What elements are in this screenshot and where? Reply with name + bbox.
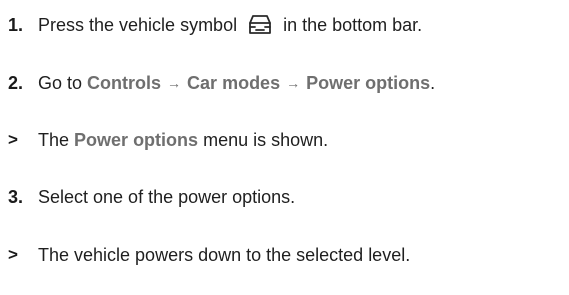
instruction-result-1: > The Power options menu is shown.: [8, 126, 569, 154]
instruction-result-2: > The vehicle powers down to the selecte…: [8, 241, 569, 269]
step-text: Select one of the power options.: [38, 186, 296, 207]
step-text-before: Go to: [38, 72, 83, 93]
path-arrow: →: [286, 75, 301, 91]
step-text: Go to Controls → Car modes → Power optio…: [38, 73, 435, 94]
result-marker: >: [8, 130, 18, 149]
menu-path-power-options: Power options: [306, 72, 431, 93]
instruction-step-1: 1. Press the vehicle symbol in the botto…: [8, 11, 569, 39]
instruction-step-2: 2. Go to Controls → Car modes → Power op…: [8, 69, 569, 97]
step-text-before: Press the vehicle symbol: [38, 14, 238, 35]
menu-term-power-options: Power options: [74, 129, 199, 150]
step-number: 3.: [8, 186, 24, 207]
result-text: The vehicle powers down to the selected …: [38, 244, 411, 265]
path-arrow: →: [167, 75, 182, 91]
step-number: 1.: [8, 14, 24, 35]
menu-path-car-modes: Car modes: [187, 72, 281, 93]
step-text-after: in the bottom bar.: [283, 14, 423, 35]
instruction-step-3: 3. Select one of the power options.: [8, 183, 569, 211]
step-text: Press the vehicle symbol in the bottom b…: [38, 13, 422, 37]
step-number: 2.: [8, 72, 24, 93]
result-text: The Power options menu is shown.: [38, 130, 328, 151]
step-text-after: .: [430, 72, 436, 93]
result-text-before: The: [38, 129, 70, 150]
result-text-after: menu is shown.: [203, 129, 329, 150]
result-marker: >: [8, 245, 18, 264]
car-icon: [247, 13, 273, 37]
menu-path-controls: Controls: [87, 72, 162, 93]
